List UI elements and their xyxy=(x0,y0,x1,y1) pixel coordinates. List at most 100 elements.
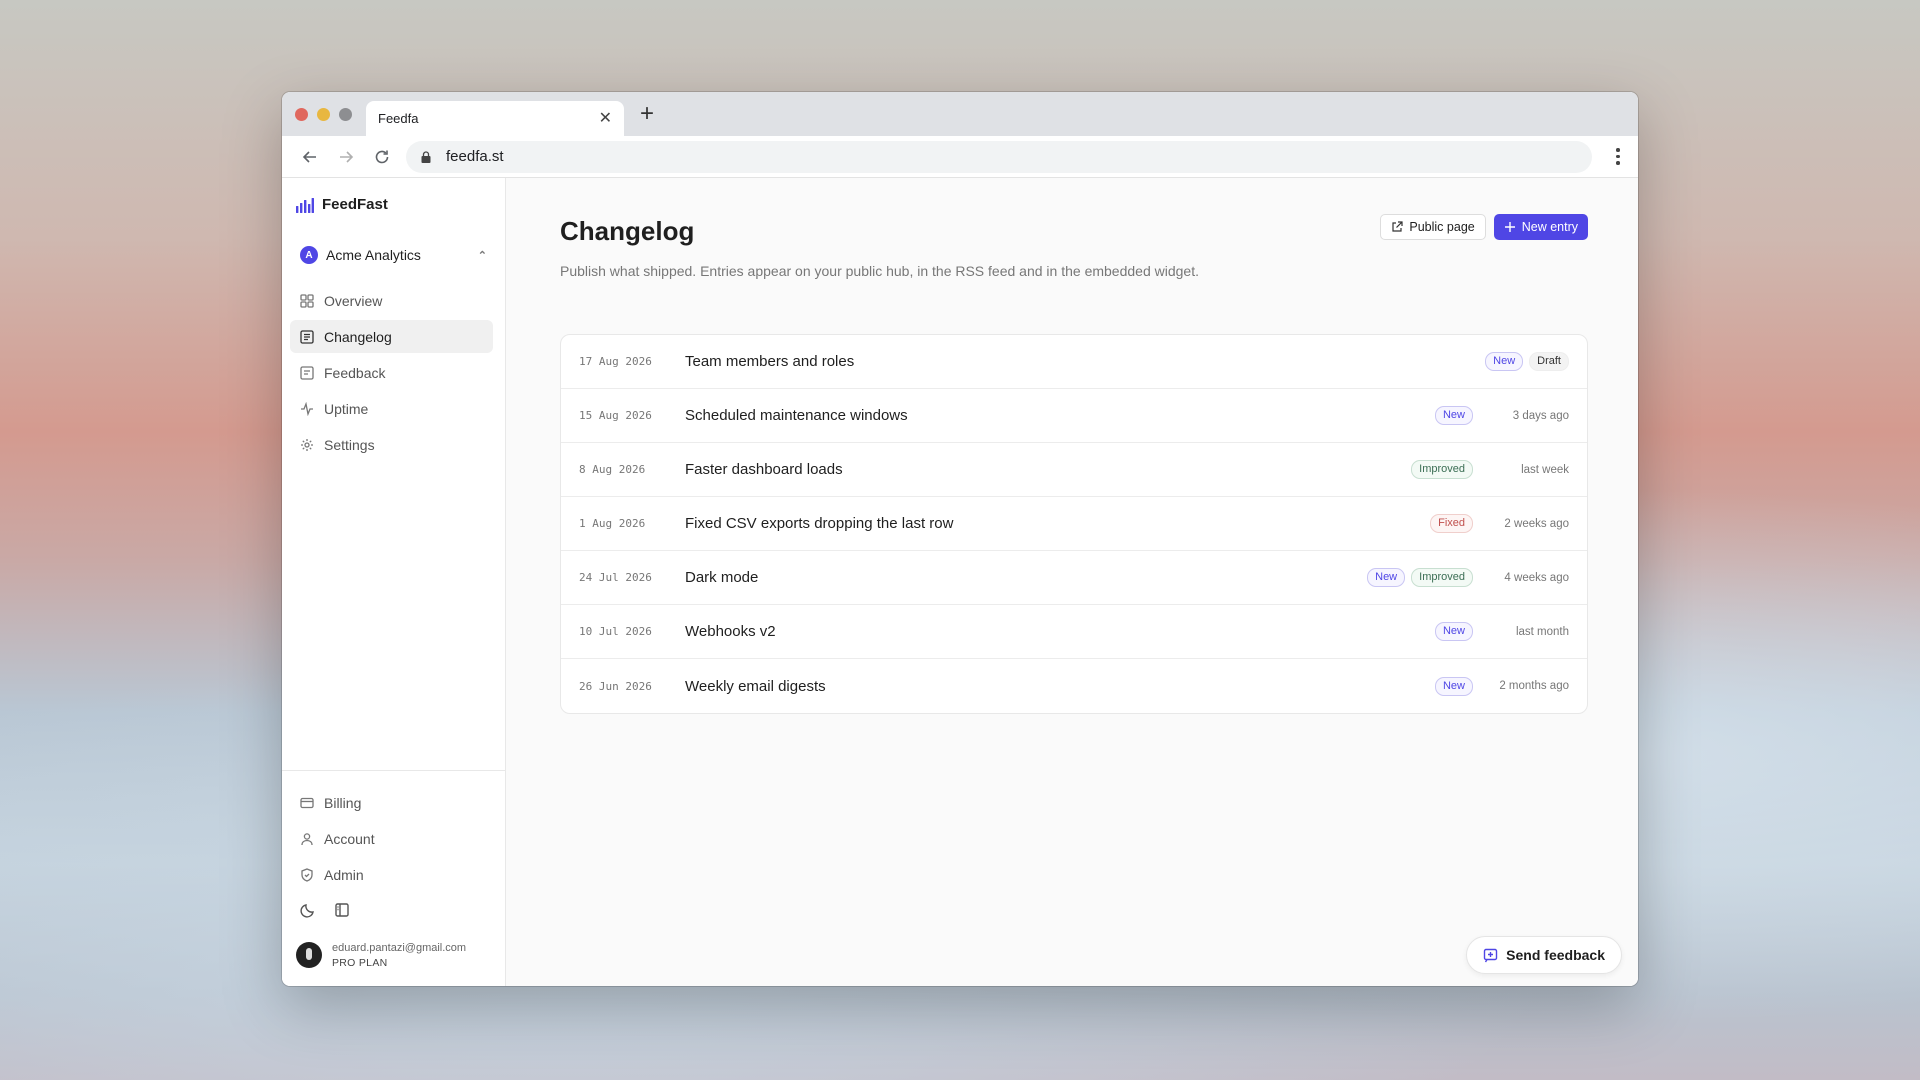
browser-window: Feedfa ✕ + feedfa.st FeedFast A Acme Ana… xyxy=(282,92,1638,986)
close-tab-icon[interactable]: ✕ xyxy=(599,110,612,127)
tab-bar: Feedfa ✕ + xyxy=(282,92,1638,136)
window-controls xyxy=(295,108,352,121)
sidebar-bottom-nav: Billing Account Admin xyxy=(290,786,493,894)
new-entry-button[interactable]: New entry xyxy=(1493,214,1588,240)
status-badge: New xyxy=(1485,352,1524,371)
maximize-window-button[interactable] xyxy=(339,108,352,121)
entry-badges: New Draft xyxy=(1485,352,1569,371)
grid-icon xyxy=(300,293,314,308)
sidebar-item-overview[interactable]: Overview xyxy=(290,284,493,317)
status-badge: New xyxy=(1434,622,1473,641)
sidebar-item-label: Account xyxy=(324,830,375,847)
sidebar-item-label: Settings xyxy=(324,436,375,453)
bar-chart-icon xyxy=(296,197,314,213)
address-bar[interactable]: feedfa.st xyxy=(406,140,1592,173)
user-icon xyxy=(301,832,313,845)
entry-title: Faster dashboard loads xyxy=(685,461,843,478)
shield-icon xyxy=(301,867,313,882)
sidebar-item-account[interactable]: Account xyxy=(290,822,493,855)
table-row[interactable]: 26 Jun 2026 Weekly email digests New 2 mont… xyxy=(561,659,1587,713)
org-avatar: A xyxy=(300,246,318,264)
brand-name: FeedFast xyxy=(322,196,388,213)
sidebar-toggle-icon[interactable] xyxy=(334,902,350,918)
sidebar-item-billing[interactable]: Billing xyxy=(290,786,493,819)
page-description: Publish what shipped. Entries appear on … xyxy=(560,263,1199,279)
changelog-icon xyxy=(300,329,314,344)
public-page-label: Public page xyxy=(1409,220,1475,234)
utility-icons xyxy=(300,902,350,918)
draft-badge: Draft xyxy=(1529,352,1569,371)
entry-time: 2 weeks ago xyxy=(1504,517,1569,530)
entry-time: last week xyxy=(1521,463,1569,476)
app: FeedFast A Acme Analytics ⌃ Overview Cha… xyxy=(282,178,1638,986)
external-link-icon xyxy=(1392,221,1403,232)
table-row[interactable]: 8 Aug 2026 Faster dashboard loads Improved… xyxy=(561,443,1587,497)
status-badge: Fixed xyxy=(1430,514,1473,533)
sidebar-item-admin[interactable]: Admin xyxy=(290,858,493,891)
sidebar-item-label: Overview xyxy=(324,292,383,309)
sidebar-item-label: Feedback xyxy=(324,364,386,381)
lock-icon xyxy=(421,150,431,163)
org-switcher[interactable]: A Acme Analytics ⌃ xyxy=(300,242,487,268)
message-icon xyxy=(300,365,314,380)
status-badge: New xyxy=(1367,568,1406,587)
table-row[interactable]: 10 Jul 2026 Webhooks v2 New last month xyxy=(561,605,1587,659)
forward-button[interactable] xyxy=(328,141,364,173)
entry-badges: Fixed xyxy=(1430,514,1473,533)
back-button[interactable] xyxy=(292,141,328,173)
sidebar-nav: Overview Changelog Feedback Uptime Setti… xyxy=(290,284,493,464)
user-email: eduard.pantazi@gmail.com xyxy=(332,942,467,954)
close-window-button[interactable] xyxy=(295,108,308,121)
entry-time: 3 days ago xyxy=(1512,409,1569,422)
sidebar-item-label: Changelog xyxy=(324,328,392,345)
entry-title: Team members and roles xyxy=(685,353,855,370)
avatar xyxy=(296,941,322,968)
page-actions: Public page New entry xyxy=(1380,214,1588,240)
page-title: Changelog xyxy=(560,216,695,246)
new-tab-button[interactable]: + xyxy=(640,102,654,126)
status-badge: New xyxy=(1434,676,1473,696)
chevrons-up-down-icon: ⌃ xyxy=(477,249,487,262)
entry-title: Scheduled maintenance windows xyxy=(685,407,908,424)
org-name: Acme Analytics xyxy=(326,247,421,263)
tab-title: Feedfa xyxy=(378,111,419,126)
sidebar-item-label: Admin xyxy=(324,866,364,883)
entry-title: Fixed CSV exports dropping the last row xyxy=(685,515,954,532)
entry-date: 17 Aug 2026 xyxy=(579,355,652,368)
user-profile[interactable]: eduard.pantazi@gmail.com PRO PLAN xyxy=(296,940,466,969)
public-page-button[interactable]: Public page xyxy=(1380,214,1486,240)
sidebar-item-settings[interactable]: Settings xyxy=(290,428,493,461)
entry-date: 10 Jul 2026 xyxy=(579,625,652,638)
sidebar-item-uptime[interactable]: Uptime xyxy=(290,392,493,425)
entry-time: 2 months ago xyxy=(1499,680,1569,692)
send-feedback-button[interactable]: Send feedback xyxy=(1466,936,1622,974)
table-row[interactable]: 17 Aug 2026 Team members and roles New Draf… xyxy=(561,335,1587,389)
entry-badges: Improved xyxy=(1411,460,1473,479)
browser-tab[interactable]: Feedfa ✕ xyxy=(366,101,624,136)
entry-badges: New Improved xyxy=(1367,568,1473,587)
sidebar-item-changelog[interactable]: Changelog xyxy=(290,320,493,353)
moon-icon[interactable] xyxy=(300,902,316,918)
gear-icon xyxy=(301,438,313,451)
table-row[interactable]: 15 Aug 2026 Scheduled maintenance windows… xyxy=(561,389,1587,443)
table-row[interactable]: 24 Jul 2026 Dark mode New Improved 4 weeks a… xyxy=(561,551,1587,605)
table-row[interactable]: 1 Aug 2026 Fixed CSV exports dropping the… xyxy=(561,497,1587,551)
entry-title: Webhooks v2 xyxy=(685,623,776,640)
minimize-window-button[interactable] xyxy=(317,108,330,121)
reload-button[interactable] xyxy=(364,141,400,173)
message-plus-icon xyxy=(1483,948,1498,962)
brand-logo[interactable]: FeedFast xyxy=(296,196,388,213)
reload-icon xyxy=(375,150,389,163)
entry-badges: New xyxy=(1434,406,1473,425)
entry-title: Dark mode xyxy=(685,569,759,586)
send-feedback-label: Send feedback xyxy=(1506,947,1605,963)
status-badge: Improved xyxy=(1411,460,1473,479)
new-entry-label: New entry xyxy=(1521,220,1578,234)
status-badge: Improved xyxy=(1411,568,1473,587)
user-plan: PRO PLAN xyxy=(332,957,388,969)
sidebar-item-feedback[interactable]: Feedback xyxy=(290,356,493,389)
entry-date: 24 Jul 2026 xyxy=(579,571,652,584)
main-content: Changelog Publish what shipped. Entries … xyxy=(506,178,1638,986)
browser-menu-button[interactable] xyxy=(1608,148,1628,165)
arrow-right-icon xyxy=(340,150,354,163)
